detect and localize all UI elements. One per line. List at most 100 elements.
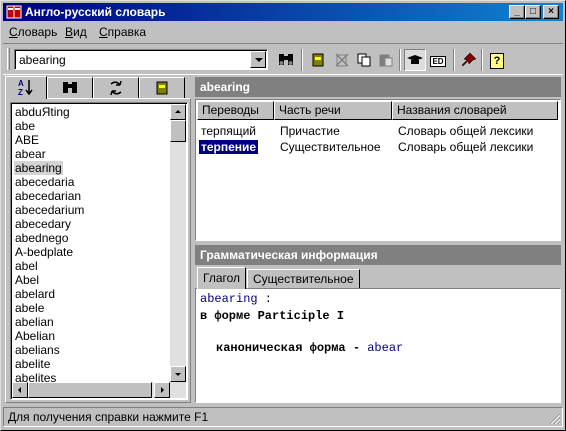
menu-help[interactable]: Справка [99, 25, 146, 39]
list-item[interactable]: ABE [14, 133, 40, 147]
vertical-scrollbar[interactable] [170, 104, 186, 398]
list-item[interactable]: A-bedplate [14, 245, 74, 259]
list-item[interactable]: Abelian [14, 329, 56, 343]
search-input[interactable]: abearing [19, 53, 66, 67]
tab-dictionaries[interactable] [139, 77, 185, 99]
find-button[interactable] [275, 49, 297, 71]
ed-button[interactable]: ED [427, 49, 449, 71]
translation-caption: abearing [195, 77, 561, 97]
list-item[interactable]: abecedarian [14, 189, 82, 203]
list-item[interactable]: abelite [14, 357, 51, 371]
tab-reverse[interactable] [93, 77, 139, 99]
word-list-panel: A Z abduЯting abe ABE abear abearing abe… [5, 76, 191, 403]
search-mode-tabs: A Z [5, 76, 191, 99]
tab-alphabetical[interactable]: A Z [5, 76, 47, 99]
combo-dropdown-button[interactable] [250, 51, 266, 68]
row-1-translation[interactable]: терпящий [199, 124, 258, 138]
sort-az-icon: A Z [18, 79, 33, 97]
list-item[interactable]: abel [14, 259, 39, 273]
dictionary-button[interactable] [307, 49, 329, 71]
toolbar-grip[interactable] [7, 48, 10, 70]
column-header-dictionaries[interactable]: Названия словарей [392, 101, 558, 120]
list-item[interactable]: abele [14, 301, 45, 315]
delete-icon [335, 53, 349, 67]
menu-dictionary[interactable]: Словарь [9, 25, 57, 39]
list-item[interactable]: abe [14, 119, 36, 133]
window-title: Англо-русский словарь [25, 5, 166, 19]
title-bar[interactable]: Англо-русский словарь _ □ × [3, 3, 563, 21]
horizontal-scrollbar[interactable] [12, 382, 170, 398]
horizontal-scroll-thumb[interactable] [28, 382, 152, 398]
toolbar-separator [453, 49, 455, 71]
list-item[interactable]: abecedarium [14, 203, 85, 217]
row-2-part-of-speech[interactable]: Существительное [278, 140, 383, 154]
canonical-label: каноническая форма - [216, 341, 368, 355]
dictionary-book-icon [6, 4, 22, 20]
row-2-dictionary[interactable]: Словарь общей лексики [396, 140, 535, 154]
dictionary-icon [312, 53, 324, 67]
row-2-translation-selected[interactable]: терпение [197, 139, 260, 155]
tab-noun[interactable]: Существительное [247, 269, 360, 289]
row-1-dictionary[interactable]: Словарь общей лексики [396, 124, 535, 138]
grammar-content: abearing : в форме Participle I канониче… [195, 288, 561, 403]
grammar-headword-line: abearing : [200, 292, 272, 306]
details-panel: abearing Переводы Часть речи Названия сл… [195, 77, 561, 403]
menu-bar: Словарь Вид Справка [3, 22, 563, 41]
canonical-form-link[interactable]: abear [367, 341, 403, 355]
app-window: Англо-русский словарь _ □ × Словарь Вид … [0, 0, 566, 431]
close-icon: × [548, 6, 554, 17]
minimize-button[interactable]: _ [509, 5, 525, 19]
svg-text:A: A [18, 79, 24, 88]
grammar-caption: Грамматическая информация [195, 245, 561, 265]
maximize-button[interactable]: □ [525, 5, 541, 19]
copy-button[interactable] [353, 49, 375, 71]
column-header-part-of-speech[interactable]: Часть речи [274, 101, 392, 120]
toolbar-separator [399, 49, 401, 71]
paste-button[interactable] [375, 49, 397, 71]
column-header-translations[interactable]: Переводы [197, 101, 274, 120]
row-1-part-of-speech[interactable]: Причастие [278, 124, 342, 138]
list-item[interactable]: abednego [14, 231, 69, 245]
scroll-thumb[interactable] [170, 120, 186, 142]
scroll-right-button[interactable] [154, 382, 170, 398]
word-list[interactable]: abduЯting abe ABE abear abearing abeceda… [10, 102, 188, 400]
svg-text:Z: Z [18, 88, 23, 96]
tab-verb[interactable]: Глагол [197, 267, 247, 289]
translations-table[interactable]: Переводы Часть речи Названия словарей те… [195, 99, 561, 241]
swap-icon [110, 80, 122, 96]
list-item[interactable]: abelian [14, 315, 55, 329]
menu-view[interactable]: Вид [65, 25, 87, 39]
close-button[interactable]: × [543, 5, 559, 19]
dictionary-icon [156, 81, 168, 95]
binoculars-icon [63, 82, 77, 93]
list-item-selected[interactable]: abearing [14, 161, 63, 175]
delete-button[interactable] [331, 49, 353, 71]
grammar-headword: abearing [200, 292, 258, 306]
list-item[interactable]: abear [14, 147, 47, 161]
toolbar-separator [481, 49, 483, 71]
help-button[interactable]: ? [486, 49, 508, 71]
word-list-frame: abduЯting abe ABE abear abearing abeceda… [5, 98, 191, 403]
status-bar: Для получения справки нажмите F1 [3, 407, 563, 427]
list-item[interactable]: abecedary [14, 217, 72, 231]
list-item[interactable]: abduЯting [14, 105, 71, 119]
cap-icon [407, 55, 423, 64]
scroll-left-button[interactable] [12, 382, 28, 398]
list-item[interactable]: abelians [14, 343, 61, 357]
list-item[interactable]: Abel [14, 273, 40, 287]
scroll-up-button[interactable] [170, 104, 186, 120]
resize-grip-icon[interactable] [549, 413, 561, 425]
list-item[interactable]: abelard [14, 287, 56, 301]
scroll-down-button[interactable] [170, 366, 186, 382]
paste-icon [379, 54, 393, 67]
copy-icon [357, 53, 371, 67]
minimize-icon: _ [514, 6, 520, 17]
search-combobox[interactable]: abearing [14, 49, 268, 70]
list-item[interactable]: abecedaria [14, 175, 75, 189]
grammar-canonical-line: каноническая форма - abear [216, 341, 403, 355]
cap-toggle-button[interactable] [404, 49, 426, 71]
tab-full-text-search[interactable] [47, 77, 93, 99]
help-icon: ? [490, 53, 504, 69]
grammar-form-line: в форме Participle I [200, 309, 345, 323]
pin-button[interactable] [458, 49, 480, 71]
